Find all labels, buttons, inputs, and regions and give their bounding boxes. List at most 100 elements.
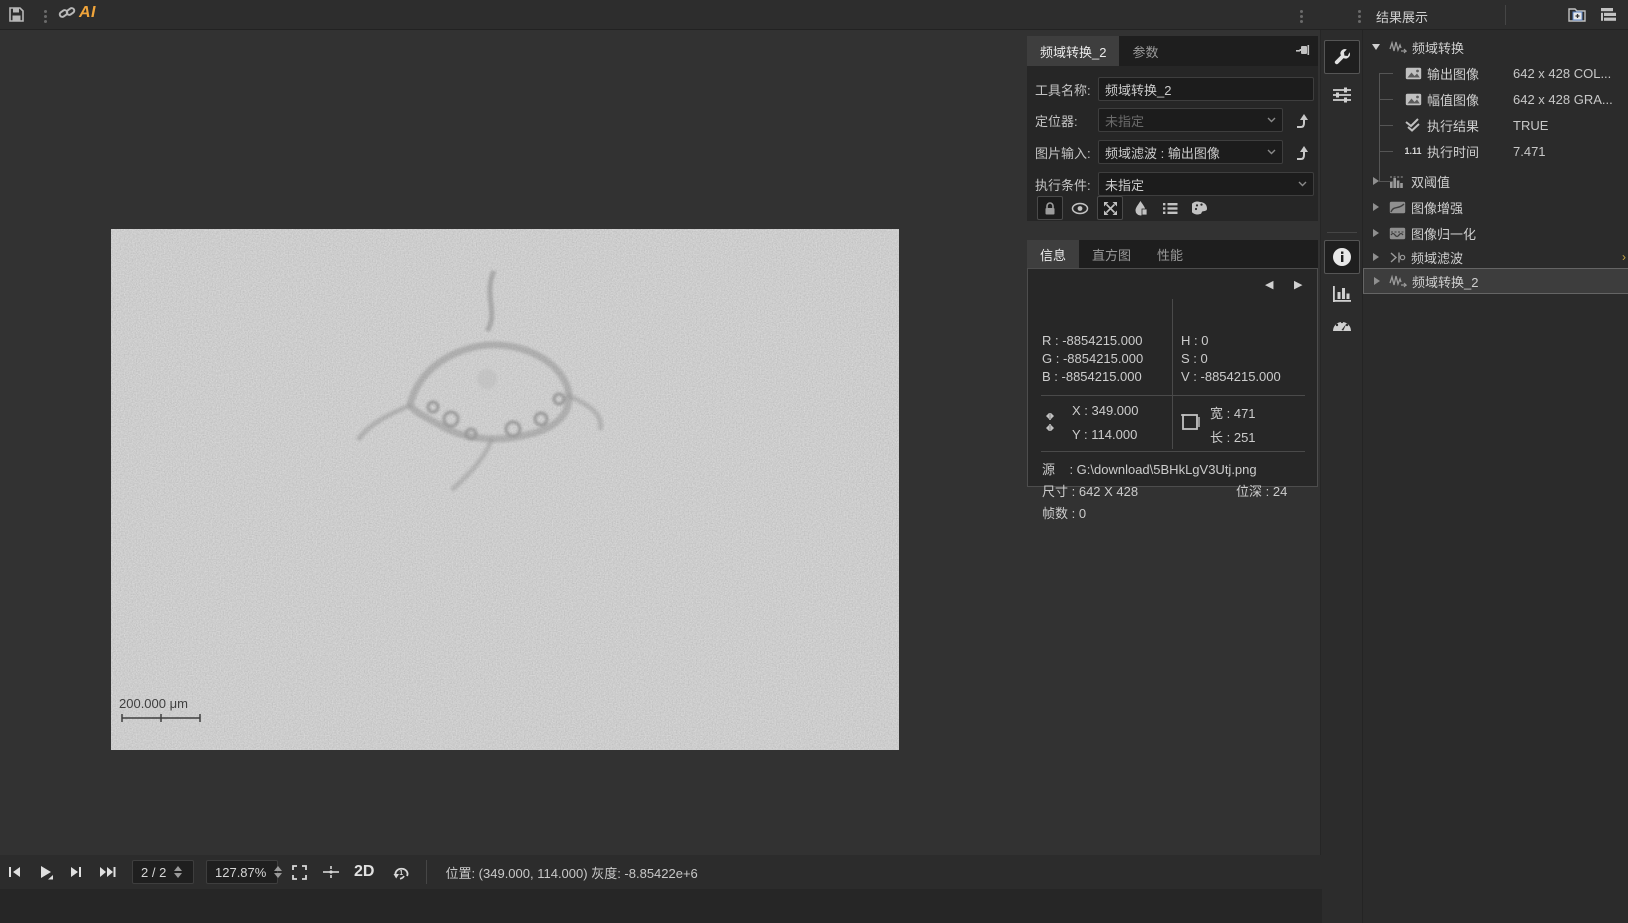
ai-label: AI [79, 4, 96, 22]
adjustments-button[interactable] [1324, 78, 1360, 112]
tree-item-exec-result[interactable]: 执行结果 TRUE [1363, 112, 1628, 138]
pushpin-icon [1295, 44, 1310, 58]
tree-item-output-image[interactable]: 输出图像 642 x 428 COL... [1363, 60, 1628, 86]
center-crosshair-icon [322, 864, 340, 880]
info-icon [1332, 247, 1352, 267]
ai-tool-button[interactable]: AI [58, 4, 96, 22]
spectrum-icon [1388, 274, 1408, 288]
tree-item-freq-transform-2[interactable]: 频域转换_2 [1363, 268, 1628, 294]
tree-item-dual-threshold[interactable]: 双阈值 [1363, 168, 1628, 194]
status-position-gray: 位置: (349.000, 114.000) 灰度: -8.85422e+6 [445, 863, 697, 882]
skip-first-icon [7, 864, 23, 880]
tab-tool-name[interactable]: 频域转换_2 [1027, 36, 1119, 66]
toolbar-handle[interactable] [44, 8, 48, 25]
view-mode-2d-button[interactable]: 2D [347, 858, 381, 886]
bottom-strip [0, 889, 1322, 923]
last-frame-button[interactable] [91, 858, 124, 886]
tab-params[interactable]: 参数 [1119, 36, 1171, 66]
results-panel-handle[interactable] [1358, 8, 1362, 25]
expander-collapsed-icon[interactable] [1373, 177, 1379, 185]
save-button[interactable] [8, 6, 25, 23]
exec-condition-value: 未指定 [1105, 175, 1144, 194]
cursor-x-value: X : 349.000 [1072, 403, 1139, 418]
cursor-position-icon [1040, 411, 1060, 433]
locator-jump-button[interactable] [1289, 108, 1313, 132]
center-image-button[interactable] [315, 858, 347, 886]
image-input-jump-button[interactable] [1289, 140, 1313, 164]
tree-item-label: 执行时间 [1427, 142, 1479, 161]
visibility-button[interactable] [1067, 196, 1093, 220]
divider [1327, 232, 1357, 233]
panel-handle[interactable] [1300, 8, 1304, 25]
tree-item-image-enhance[interactable]: 图像增强 [1363, 194, 1628, 220]
tab-info[interactable]: 信息 [1027, 240, 1079, 268]
expander-collapsed-icon[interactable] [1374, 277, 1380, 285]
stepper-arrows[interactable] [174, 866, 182, 878]
tree-item-exec-time[interactable]: 1.11 执行时间 7.471 [1363, 138, 1628, 164]
jump-arrow-icon [1293, 145, 1309, 160]
exec-condition-select[interactable]: 未指定 [1098, 172, 1314, 196]
stepper-arrows[interactable] [274, 866, 282, 878]
region-height-value: 长 : 251 [1210, 427, 1256, 446]
tree-item-image-normalize[interactable]: 图像归一化 [1363, 220, 1628, 246]
exec-time-icon: 1.11 [1403, 146, 1423, 156]
svg-text:1: 1 [400, 870, 404, 877]
nav-right-arrow[interactable]: ▶ [1294, 278, 1302, 291]
loop-playback-button[interactable]: 1 [385, 858, 418, 886]
pixel-h-value: H : 0 [1181, 333, 1208, 348]
layout-list-button[interactable] [1600, 7, 1618, 22]
first-frame-button[interactable] [0, 858, 30, 886]
field-tool-name: 工具名称: 频域转换_2 [1035, 77, 1314, 101]
chevron-down-icon [1298, 181, 1307, 187]
frame-number-stepper[interactable]: 2 / 2 [132, 860, 194, 884]
bottom-toolbar: 2 / 2 127.87% 2D 1 位置 [0, 855, 1322, 889]
add-folder-button[interactable] [1568, 6, 1587, 23]
tool-name-input[interactable]: 频域转换_2 [1098, 77, 1314, 101]
expander-open-icon[interactable] [1372, 44, 1380, 50]
lock-button[interactable] [1037, 196, 1063, 220]
pixel-g-value: G : -8854215.000 [1042, 351, 1143, 366]
image-input-select[interactable]: 频域滤波 : 输出图像 [1098, 140, 1283, 164]
region-width-value: 宽 : 471 [1210, 403, 1256, 422]
folder-plus-icon [1568, 6, 1587, 23]
pin-button[interactable] [1295, 44, 1310, 58]
tree-item-magnitude-image[interactable]: 幅值图像 642 x 428 GRA... [1363, 86, 1628, 112]
field-exec-condition: 执行条件: 未指定 [1035, 172, 1314, 196]
expand-view-button[interactable] [1097, 196, 1123, 220]
displayed-image[interactable]: 200.000 μm [111, 229, 899, 750]
performance-view-button[interactable] [1324, 308, 1360, 342]
tree-item-freq-filter[interactable]: 频域滤波 › [1363, 244, 1628, 270]
tree-item-label: 频域转换 [1412, 38, 1464, 57]
results-panel-title: 结果展示 [1376, 7, 1428, 26]
palette-button[interactable] [1187, 196, 1213, 220]
expander-collapsed-icon[interactable] [1373, 203, 1379, 211]
nav-left-arrow[interactable]: ◀ [1265, 278, 1273, 291]
chevron-down-icon [1267, 149, 1276, 155]
info-view-button[interactable] [1324, 240, 1360, 274]
info-content: ◀ ▶ R : -8854215.000 G : -8854215.000 B … [1027, 268, 1318, 487]
expander-collapsed-icon[interactable] [1373, 229, 1379, 237]
play-button[interactable] [30, 858, 61, 886]
locator-label: 定位器: [1035, 111, 1098, 130]
locator-select[interactable]: 未指定 [1098, 108, 1283, 132]
list-view-button[interactable] [1157, 196, 1183, 220]
zoom-level-stepper[interactable]: 127.87% [206, 860, 278, 884]
locator-value: 未指定 [1105, 111, 1144, 130]
histogram-view-button[interactable] [1324, 276, 1360, 310]
tree-item-value: 642 x 428 GRA... [1513, 92, 1613, 107]
image-noise-texture [111, 229, 899, 750]
next-frame-button[interactable] [61, 858, 91, 886]
tree-item-freq-transform[interactable]: 频域转换 [1363, 34, 1628, 60]
loop-once-icon: 1 [392, 864, 411, 881]
tab-performance[interactable]: 性能 [1144, 240, 1196, 268]
scroll-hint-icon[interactable]: › [1622, 250, 1626, 264]
expander-collapsed-icon[interactable] [1373, 253, 1379, 261]
fit-view-button[interactable] [284, 858, 315, 886]
exec-condition-label: 执行条件: [1035, 175, 1098, 194]
spectrum-icon [1388, 40, 1408, 54]
tool-settings-button[interactable] [1324, 40, 1360, 74]
tab-histogram[interactable]: 直方图 [1079, 240, 1144, 268]
image-enhance-icon [1387, 201, 1407, 214]
histogram-tool-icon [1387, 175, 1407, 188]
color-mode-button[interactable] [1127, 196, 1153, 220]
